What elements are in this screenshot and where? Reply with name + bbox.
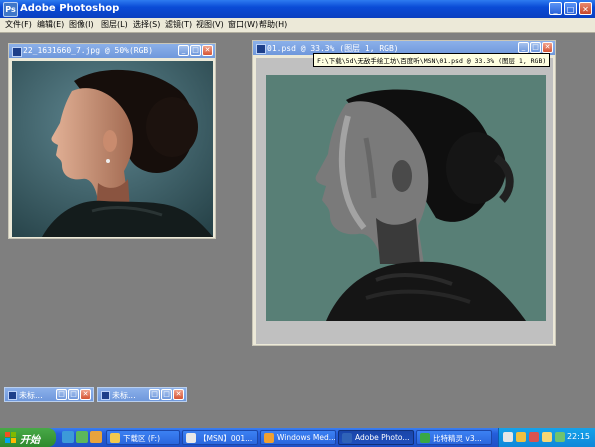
task-label: 【MSN】001... <box>199 434 253 443</box>
taskbar-item-bitspirit[interactable]: 比特精灵 v3... <box>416 430 492 445</box>
im-icon[interactable] <box>555 432 565 442</box>
maximize-icon[interactable]: □ <box>161 389 172 400</box>
tray-app-icon[interactable] <box>516 432 526 442</box>
media-player-icon <box>264 433 274 443</box>
document-icon <box>12 47 22 57</box>
ie-quicklaunch-icon[interactable] <box>62 431 74 443</box>
desktop-quicklaunch-icon[interactable] <box>76 431 88 443</box>
minimize-icon[interactable]: _ <box>178 45 189 56</box>
document-title: 22_1631660_7.jpg @ 50%(RGB) <box>23 46 154 55</box>
menu-select[interactable]: 选择(S) <box>133 19 160 30</box>
menu-image[interactable]: 图像(I) <box>69 19 94 30</box>
maximize-icon[interactable]: □ <box>68 389 79 400</box>
photoshop-app-icon[interactable]: Ps <box>3 2 18 17</box>
minimized-title: 未标... <box>19 391 43 400</box>
volume-icon[interactable] <box>542 432 552 442</box>
app-title: Adobe Photoshop <box>20 3 120 14</box>
task-label: 下载区 (F:) <box>123 434 160 443</box>
document-window-psd[interactable]: 01.psd @ 33.3% (图层 1, RGB) _ □ ✕ <box>252 40 556 346</box>
minimize-icon[interactable]: _ <box>518 42 529 53</box>
task-label: Adobe Photo... <box>355 433 410 442</box>
task-label: Windows Med... <box>277 433 336 442</box>
photoshop-icon <box>342 433 352 443</box>
minimize-icon[interactable]: _ <box>549 2 562 15</box>
menu-help[interactable]: 帮助(H) <box>259 19 287 30</box>
portrait-photo <box>12 61 213 237</box>
windows-taskbar: 开始 下载区 (F:) 【MSN】001... Windows Med... A… <box>0 428 595 447</box>
minimized-title: 未标... <box>112 391 136 400</box>
media-quicklaunch-icon[interactable] <box>90 431 102 443</box>
minimized-document-1[interactable]: 未标... □ □ ✕ <box>4 387 94 402</box>
path-tooltip: F:\下载\5d\无敌手绘工坊\百度听\MSN\01.psd @ 33.3% (… <box>313 53 551 67</box>
restore-icon[interactable]: □ <box>56 389 67 400</box>
maximize-icon[interactable]: □ <box>564 2 577 15</box>
network-icon[interactable] <box>503 432 513 442</box>
photoshop-app: Ps Adobe Photoshop _ □ ✕ 文件(F) 编辑(E) 图像(… <box>0 0 595 428</box>
maximize-icon[interactable]: □ <box>530 42 541 53</box>
menu-filter[interactable]: 滤镜(T) <box>165 19 192 30</box>
taskbar-item-media-player[interactable]: Windows Med... <box>260 430 336 445</box>
close-icon[interactable]: ✕ <box>202 45 213 56</box>
clock: 22:15 <box>566 432 590 441</box>
document-icon <box>8 391 17 400</box>
taskbar-item-downloads[interactable]: 下载区 (F:) <box>106 430 180 445</box>
system-tray: 22:15 <box>498 428 595 447</box>
minimized-document-2[interactable]: 未标... □ □ ✕ <box>97 387 187 402</box>
close-icon[interactable]: ✕ <box>579 2 592 15</box>
document-canvas[interactable] <box>256 58 553 344</box>
menu-window[interactable]: 窗口(W) <box>228 19 258 30</box>
folder-icon <box>110 433 120 443</box>
document-window-photo[interactable]: 22_1631660_7.jpg @ 50%(RGB) _ □ ✕ <box>8 43 216 239</box>
document-icon <box>256 44 266 54</box>
taskbar-item-msn[interactable]: 【MSN】001... <box>182 430 258 445</box>
menu-edit[interactable]: 编辑(E) <box>37 19 64 30</box>
document-canvas[interactable] <box>12 61 213 237</box>
document-titlebar[interactable]: 22_1631660_7.jpg @ 50%(RGB) _ □ ✕ <box>9 44 215 58</box>
taskbar-item-photoshop[interactable]: Adobe Photo... <box>338 430 414 445</box>
menu-bar: 文件(F) 编辑(E) 图像(I) 图层(L) 选择(S) 滤镜(T) 视图(V… <box>0 18 595 33</box>
maximize-icon[interactable]: □ <box>190 45 201 56</box>
app-titlebar[interactable]: Ps Adobe Photoshop _ □ ✕ <box>0 0 595 18</box>
menu-view[interactable]: 视图(V) <box>196 19 224 30</box>
windows-logo-icon <box>5 432 16 443</box>
task-label: 比特精灵 v3... <box>433 434 482 443</box>
msn-icon <box>186 433 196 443</box>
document-icon <box>101 391 110 400</box>
grayscale-portrait-painting <box>256 58 553 344</box>
restore-icon[interactable]: □ <box>149 389 160 400</box>
security-icon[interactable] <box>529 432 539 442</box>
close-icon[interactable]: ✕ <box>80 389 91 400</box>
bitspirit-icon <box>420 433 430 443</box>
start-label: 开始 <box>20 435 40 446</box>
close-icon[interactable]: ✕ <box>173 389 184 400</box>
menu-file[interactable]: 文件(F) <box>5 19 32 30</box>
menu-layer[interactable]: 图层(L) <box>101 19 128 30</box>
start-button[interactable]: 开始 <box>0 428 56 447</box>
close-icon[interactable]: ✕ <box>542 42 553 53</box>
